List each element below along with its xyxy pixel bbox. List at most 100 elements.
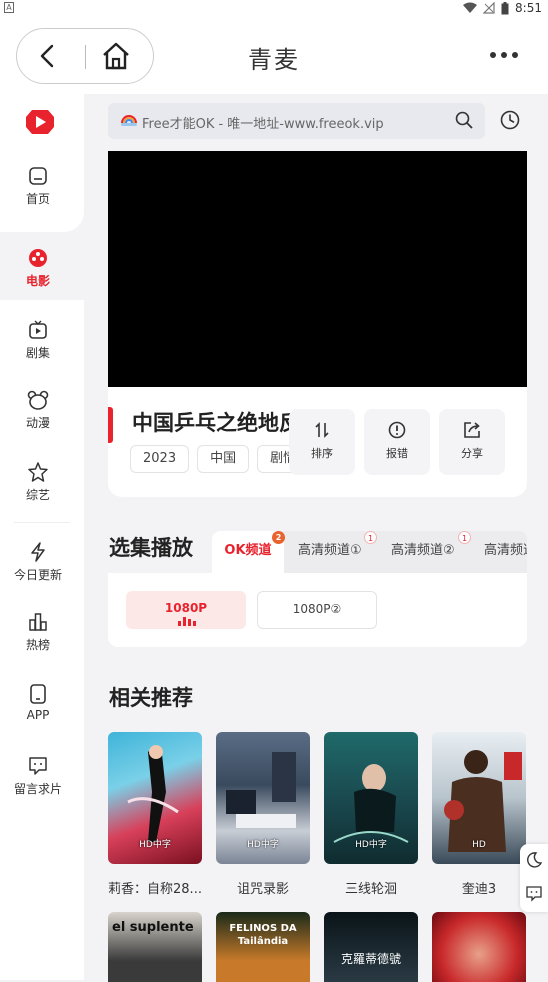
sidebar-item-home[interactable]: 首页 bbox=[0, 166, 76, 207]
title-accent-bar bbox=[108, 407, 113, 443]
tab-hd-channel-2[interactable]: 高清频道② bbox=[391, 531, 455, 573]
sort-button[interactable]: 排序 bbox=[289, 409, 355, 475]
sidebar-item-variety[interactable]: 综艺 bbox=[0, 462, 76, 503]
poster-badge: HD中字 bbox=[139, 840, 171, 850]
sidebar-item-label: 剧集 bbox=[25, 346, 50, 360]
sidebar-item-request[interactable]: 留言求片 bbox=[0, 756, 76, 797]
poster-text: 克羅蒂德號 bbox=[340, 952, 401, 966]
app-title: 青麦 bbox=[248, 46, 300, 74]
tab-badge: 1 bbox=[458, 531, 471, 544]
episodes-title: 选集播放 bbox=[109, 536, 193, 560]
playing-indicator-icon bbox=[178, 617, 196, 626]
tab-label: 高清频道① bbox=[298, 543, 362, 558]
dark-mode-icon[interactable] bbox=[526, 852, 542, 868]
sidebar-item-label: 电影 bbox=[25, 274, 50, 288]
star-icon bbox=[28, 462, 48, 482]
sort-label: 排序 bbox=[311, 447, 333, 460]
action-buttons: 排序 报错 分享 bbox=[289, 409, 505, 475]
poster-8[interactable] bbox=[432, 912, 526, 982]
tab-label: 高清频道 bbox=[484, 543, 527, 558]
status-bar: A 8:51 bbox=[0, 0, 548, 16]
sidebar-item-today-update[interactable]: 今日更新 bbox=[0, 542, 76, 583]
sidebar: 首页 电影 剧集 动漫 综艺 今日更新 热榜 APP 留言求片 bbox=[0, 94, 84, 980]
poster-badge: HD中字 bbox=[247, 840, 279, 850]
sidebar-item-label: 今日更新 bbox=[13, 568, 62, 582]
poster-title: 莉香：自称28... bbox=[108, 882, 202, 897]
poster-badge: HD bbox=[472, 840, 486, 850]
episode-list: 1080P 1080P② bbox=[108, 573, 527, 647]
lightning-icon bbox=[31, 542, 45, 562]
battery-icon bbox=[501, 1, 509, 14]
share-button[interactable]: 分享 bbox=[439, 409, 505, 475]
movie-info-card: 中国乒乓之绝地反击 2023 中国 剧情 / 排序 报错 分享 bbox=[108, 387, 527, 497]
episode-label: 1080P② bbox=[292, 602, 342, 616]
film-icon bbox=[29, 249, 47, 267]
sidebar-item-movie[interactable]: 电影 bbox=[0, 248, 76, 289]
bear-icon bbox=[27, 390, 49, 410]
floating-buttons bbox=[520, 844, 548, 912]
poster-text: el suplente bbox=[112, 920, 194, 935]
poster-1[interactable]: HD中字 bbox=[108, 732, 202, 864]
video-player[interactable] bbox=[108, 151, 527, 387]
share-icon bbox=[464, 422, 480, 438]
poster-title: 诅咒录影 bbox=[236, 882, 289, 897]
tab-hd-channel-3[interactable]: 高清频道 bbox=[484, 531, 527, 573]
source-tabs: OK频道 2 高清频道① 1 高清频道② 1 高清频道 bbox=[212, 531, 527, 573]
poster-7[interactable]: 克羅蒂德號 bbox=[324, 912, 418, 982]
rainbow-icon bbox=[121, 115, 137, 126]
sidebar-item-label: 动漫 bbox=[25, 416, 50, 430]
sidebar-divider bbox=[14, 522, 70, 523]
sidebar-item-label: APP bbox=[26, 708, 50, 722]
wifi-icon bbox=[463, 2, 478, 13]
poster-3[interactable]: HD中字 bbox=[324, 732, 418, 864]
no-signal-icon bbox=[483, 2, 495, 14]
chart-icon bbox=[29, 613, 47, 631]
sidebar-item-app[interactable]: APP bbox=[0, 684, 76, 722]
app-logo-icon bbox=[26, 110, 54, 134]
feedback-icon[interactable] bbox=[526, 886, 542, 902]
sort-icon bbox=[315, 422, 329, 438]
sidebar-item-hot-list[interactable]: 热榜 bbox=[0, 612, 76, 653]
sidebar-item-series[interactable]: 剧集 bbox=[0, 320, 76, 361]
share-label: 分享 bbox=[461, 447, 483, 460]
sidebar-item-anime[interactable]: 动漫 bbox=[0, 390, 76, 431]
episode-1080p[interactable]: 1080P bbox=[126, 591, 246, 629]
message-icon bbox=[29, 757, 47, 775]
home-icon bbox=[29, 167, 47, 185]
phone-icon bbox=[30, 684, 46, 704]
poster-5[interactable]: el suplente bbox=[108, 912, 202, 982]
report-label: 报错 bbox=[386, 447, 408, 460]
tv-icon bbox=[29, 320, 47, 339]
tag-region[interactable]: 中国 bbox=[197, 445, 250, 473]
sidebar-item-label: 热榜 bbox=[25, 638, 50, 652]
sidebar-item-label: 首页 bbox=[25, 192, 50, 206]
episode-1080p-2[interactable]: 1080P② bbox=[257, 591, 377, 629]
tab-label: 高清频道② bbox=[391, 543, 455, 558]
tab-label: OK频道 bbox=[224, 543, 272, 558]
more-options-icon[interactable] bbox=[490, 52, 518, 58]
alert-icon bbox=[388, 421, 406, 439]
poster-4[interactable]: HD bbox=[432, 732, 526, 864]
poster-2[interactable]: HD中字 bbox=[216, 732, 310, 864]
tab-badge: 1 bbox=[364, 531, 377, 544]
poster-text: FELINOS DA Tailândia bbox=[229, 923, 297, 947]
tab-badge: 2 bbox=[272, 531, 285, 544]
top-bar: 青麦 bbox=[0, 16, 548, 94]
episode-label: 1080P bbox=[164, 601, 208, 615]
search-placeholder: Free才能OK - 唯一地址-www.freeok.vip bbox=[142, 117, 384, 132]
poster-title: 三线轮洄 bbox=[344, 882, 397, 897]
report-button[interactable]: 报错 bbox=[364, 409, 430, 475]
sidebar-item-label: 综艺 bbox=[25, 488, 50, 502]
notification-a-icon: A bbox=[4, 2, 14, 13]
tab-hd-channel-1[interactable]: 高清频道① bbox=[298, 531, 362, 573]
poster-6[interactable]: FELINOS DA Tailândia bbox=[216, 912, 310, 982]
search-icon[interactable] bbox=[455, 111, 473, 129]
history-icon[interactable] bbox=[500, 110, 520, 130]
poster-badge: HD中字 bbox=[355, 840, 387, 850]
poster-title: 奎迪3 bbox=[461, 882, 497, 897]
search-bar[interactable]: Free才能OK - 唯一地址-www.freeok.vip bbox=[108, 103, 485, 139]
recommend-title: 相关推荐 bbox=[109, 686, 193, 710]
tag-year[interactable]: 2023 bbox=[130, 445, 190, 473]
tab-ok-channel[interactable]: OK频道 2 bbox=[212, 531, 285, 573]
clock: 8:51 bbox=[515, 1, 542, 15]
